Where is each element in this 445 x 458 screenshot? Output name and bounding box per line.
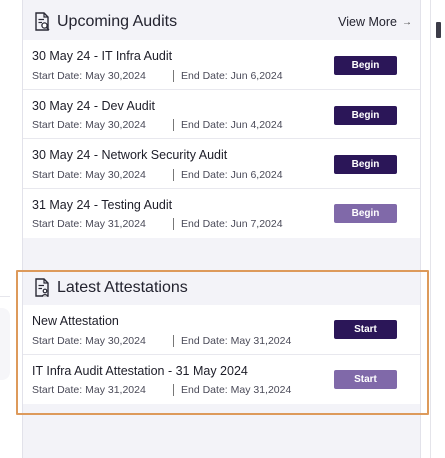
view-more-link[interactable]: View More →: [338, 15, 412, 29]
end-date: End Date: Jun 4,2024: [181, 119, 283, 131]
list-item: 30 May 24 - Network Security Audit Start…: [23, 139, 420, 189]
left-card-fragment: [0, 308, 10, 380]
date-separator: [173, 218, 174, 230]
upcoming-audits-list: 30 May 24 - IT Infra Audit Start Date: M…: [23, 40, 420, 238]
begin-button[interactable]: Begin: [334, 203, 397, 223]
start-date: Start Date: May 30,2024: [32, 119, 146, 131]
end-date: End Date: Jun 7,2024: [181, 218, 283, 230]
left-divider: [0, 296, 10, 297]
dashboard-page: Upcoming Audits View More → 30 May 24 - …: [0, 0, 445, 458]
start-date: Start Date: May 30,2024: [32, 168, 146, 181]
end-date: End Date: Jun 6,2024: [181, 168, 283, 181]
left-background: [0, 0, 10, 458]
list-item: 30 May 24 - Dev Audit Start Date: May 30…: [23, 90, 420, 139]
scrollbar-track[interactable]: [430, 0, 431, 458]
begin-button[interactable]: Begin: [334, 105, 397, 125]
section-title: Upcoming Audits: [57, 13, 178, 30]
scrollbar-thumb[interactable]: [436, 22, 441, 38]
list-item: 31 May 24 - Testing Audit Start Date: Ma…: [23, 189, 420, 239]
date-separator: [173, 119, 174, 131]
arrow-right-icon: →: [402, 16, 412, 28]
view-more-label: View More: [338, 15, 397, 29]
date-separator: [173, 69, 174, 82]
document-search-icon: [35, 12, 50, 31]
begin-button[interactable]: Begin: [334, 155, 397, 174]
attestations-highlight-frame: [16, 270, 429, 415]
upcoming-audits-header: Upcoming Audits View More →: [23, 2, 420, 42]
begin-button[interactable]: Begin: [334, 56, 397, 75]
end-date: End Date: Jun 6,2024: [181, 69, 283, 82]
start-date: Start Date: May 30,2024: [32, 69, 146, 82]
date-separator: [173, 168, 174, 181]
list-item: 30 May 24 - IT Infra Audit Start Date: M…: [23, 40, 420, 90]
start-date: Start Date: May 31,2024: [32, 218, 146, 230]
